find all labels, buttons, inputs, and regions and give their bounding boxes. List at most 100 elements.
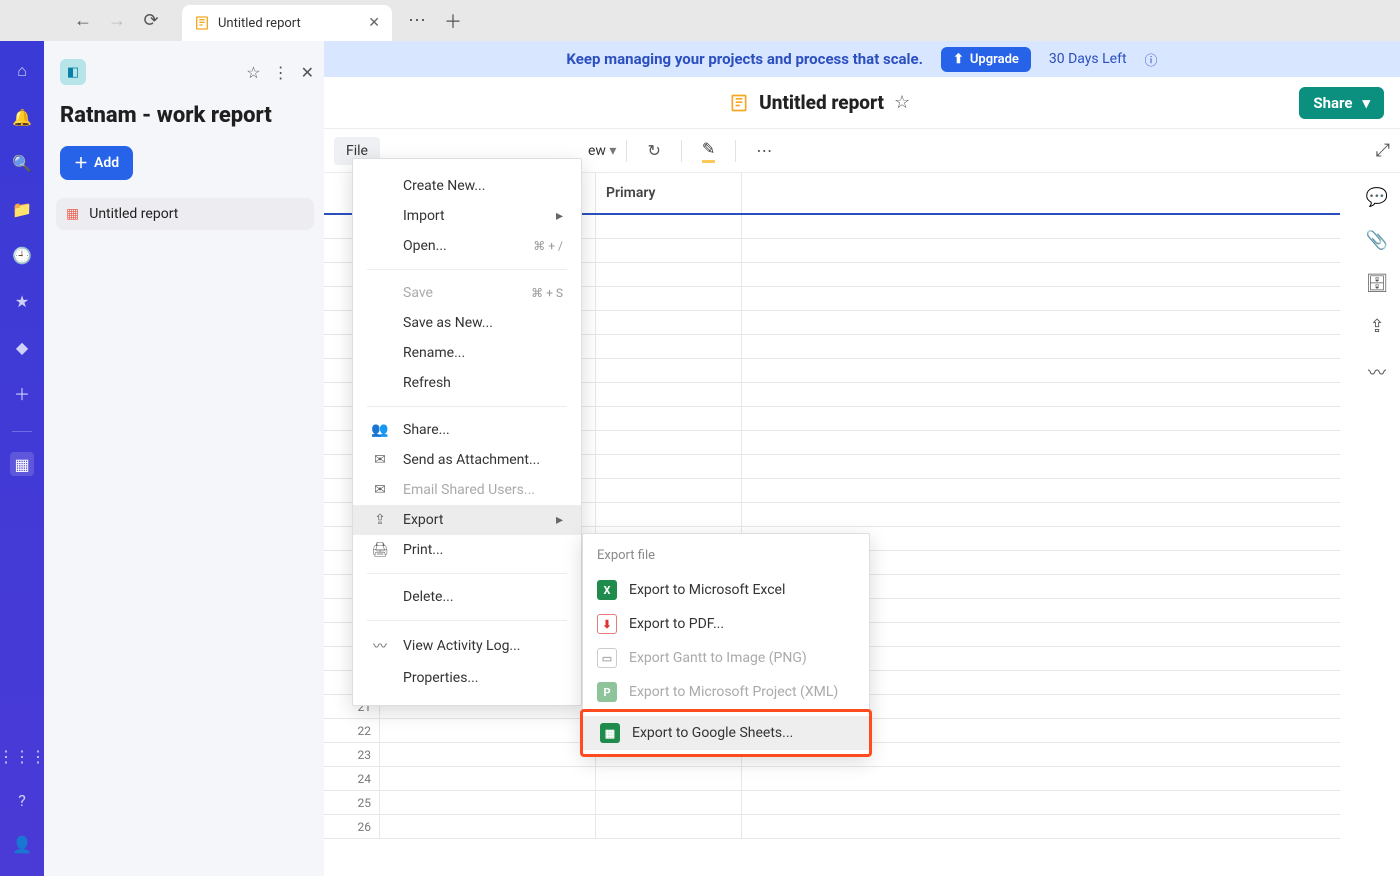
msproject-icon: P bbox=[597, 682, 617, 702]
diamond-icon[interactable]: ◆ bbox=[10, 335, 34, 359]
info-icon[interactable]: ⓘ bbox=[1145, 50, 1158, 69]
menu-print[interactable]: 🖨Print... bbox=[353, 535, 581, 565]
caret-down-icon: ▾ bbox=[1362, 94, 1370, 112]
expand-icon[interactable]: ⤢ bbox=[1376, 140, 1390, 161]
menu-rename[interactable]: Rename... bbox=[353, 338, 581, 368]
row-number: 26 bbox=[324, 815, 380, 838]
user-icon[interactable]: 👤 bbox=[10, 832, 34, 856]
app-badge-icon: ◧ bbox=[60, 59, 86, 85]
report-icon bbox=[729, 93, 749, 113]
add-button[interactable]: ＋ Add bbox=[60, 146, 133, 180]
document-title[interactable]: Untitled report bbox=[759, 91, 884, 114]
sidebar-item-report[interactable]: ▦ Untitled report bbox=[56, 198, 314, 230]
plus-icon: ＋ bbox=[74, 153, 88, 173]
nav-refresh-button[interactable]: ⟳ bbox=[138, 8, 164, 34]
export-excel[interactable]: XExport to Microsoft Excel bbox=[583, 573, 869, 607]
archive-icon[interactable]: 🗄 bbox=[1366, 273, 1389, 294]
highlight-icon[interactable]: ✎ bbox=[702, 139, 715, 163]
upgrade-arrow-icon: ⬆ bbox=[953, 52, 964, 67]
nav-forward-button[interactable]: → bbox=[104, 8, 130, 34]
menu-save: Save⌘ + S bbox=[353, 278, 581, 308]
export-gantt-image: ▭Export Gantt to Image (PNG) bbox=[583, 641, 869, 675]
activity-icon[interactable]: 〰 bbox=[1368, 359, 1386, 385]
menu-refresh[interactable]: Refresh bbox=[353, 368, 581, 398]
tab-overflow-button[interactable]: ⋯ bbox=[408, 10, 426, 31]
highlight-callout: ▦Export to Google Sheets... bbox=[580, 709, 872, 757]
sidebar: ◧ ☆ ⋮ ✕ Ratnam - work report ＋ Add ▦ Unti… bbox=[44, 41, 324, 876]
export-submenu: Export file XExport to Microsoft Excel ⬇… bbox=[582, 533, 870, 755]
table-row[interactable]: 25 bbox=[324, 791, 1340, 815]
upgrade-banner: Keep managing your projects and process … bbox=[324, 41, 1400, 77]
menu-properties[interactable]: Properties... bbox=[353, 663, 581, 693]
title-bar: Untitled report ☆ Share▾ bbox=[324, 77, 1400, 129]
star-icon[interactable]: ★ bbox=[10, 289, 34, 313]
folder-icon[interactable]: 📁 bbox=[10, 197, 34, 221]
excel-icon: X bbox=[597, 580, 617, 600]
submenu-header: Export file bbox=[583, 542, 869, 573]
view-dropdown[interactable]: ew ▾ bbox=[588, 143, 616, 159]
chevron-right-icon: ▸ bbox=[556, 208, 563, 224]
favorite-star-icon[interactable]: ☆ bbox=[894, 92, 910, 113]
google-sheets-icon: ▦ bbox=[600, 723, 620, 743]
search-icon[interactable]: 🔍 bbox=[10, 151, 34, 175]
activity-icon: 〰 bbox=[371, 636, 389, 656]
mail-icon: ✉ bbox=[371, 452, 389, 468]
app-icon[interactable]: ▦ bbox=[10, 452, 34, 476]
attachment-icon[interactable]: 📎 bbox=[1366, 230, 1388, 251]
apps-grid-icon[interactable]: ⋮⋮⋮ bbox=[10, 744, 34, 768]
trial-text: 30 Days Left bbox=[1049, 51, 1127, 67]
mail-icon: ✉ bbox=[371, 482, 389, 498]
comment-icon[interactable]: 💬 bbox=[1366, 187, 1388, 208]
table-row[interactable]: 24 bbox=[324, 767, 1340, 791]
sidebar-close-icon[interactable]: ✕ bbox=[301, 63, 314, 82]
export-icon: ⇪ bbox=[371, 512, 389, 528]
help-icon[interactable]: ? bbox=[10, 788, 34, 812]
home-icon[interactable]: ⌂ bbox=[10, 59, 34, 83]
document-up-icon[interactable]: ⇪ bbox=[1369, 316, 1384, 337]
people-icon: 👥 bbox=[371, 422, 389, 438]
browser-bar: ← → ⟳ Untitled report ✕ ⋯ ＋ bbox=[0, 0, 1400, 41]
share-button[interactable]: Share▾ bbox=[1299, 87, 1384, 119]
new-tab-button[interactable]: ＋ bbox=[444, 8, 462, 34]
row-number: 23 bbox=[324, 743, 380, 766]
caret-down-icon: ▾ bbox=[609, 143, 616, 159]
row-number: 25 bbox=[324, 791, 380, 814]
menu-activity-log[interactable]: 〰View Activity Log... bbox=[353, 629, 581, 663]
menu-delete[interactable]: Delete... bbox=[353, 582, 581, 612]
menu-import[interactable]: Import▸ bbox=[353, 201, 581, 231]
export-msproject: PExport to Microsoft Project (XML) bbox=[583, 675, 869, 709]
add-icon[interactable]: ＋ bbox=[10, 381, 34, 405]
menu-open[interactable]: Open...⌘ + / bbox=[353, 231, 581, 261]
upgrade-button[interactable]: ⬆Upgrade bbox=[941, 47, 1031, 72]
more-horizontal-icon[interactable]: ⋯ bbox=[756, 141, 772, 160]
sidebar-title: Ratnam - work report bbox=[60, 103, 314, 128]
tab-title: Untitled report bbox=[218, 16, 368, 31]
clock-icon[interactable]: 🕘 bbox=[10, 243, 34, 267]
banner-text: Keep managing your projects and process … bbox=[566, 50, 923, 68]
export-google-sheets[interactable]: ▦Export to Google Sheets... bbox=[583, 716, 869, 750]
file-menu: Create New... Import▸ Open...⌘ + / Save⌘… bbox=[352, 158, 582, 706]
bell-icon[interactable]: 🔔 bbox=[10, 105, 34, 129]
chevron-right-icon: ▸ bbox=[556, 512, 563, 528]
tab-close-button[interactable]: ✕ bbox=[368, 15, 380, 31]
image-icon: ▭ bbox=[597, 648, 617, 668]
sidebar-item-label: Untitled report bbox=[89, 206, 178, 222]
export-pdf[interactable]: ⬇Export to PDF... bbox=[583, 607, 869, 641]
menu-share[interactable]: 👥Share... bbox=[353, 415, 581, 445]
pdf-icon: ⬇ bbox=[597, 614, 617, 634]
favorite-star-icon[interactable]: ☆ bbox=[246, 63, 260, 82]
more-vertical-icon[interactable]: ⋮ bbox=[273, 63, 289, 82]
right-dock: 💬 📎 🗄 ⇪ 〰 bbox=[1354, 173, 1400, 385]
menu-create-new[interactable]: Create New... bbox=[353, 171, 581, 201]
nav-back-button[interactable]: ← bbox=[70, 8, 96, 34]
column-header[interactable]: Primary bbox=[596, 173, 742, 213]
row-number: 22 bbox=[324, 719, 380, 742]
browser-tab[interactable]: Untitled report ✕ bbox=[182, 5, 392, 41]
add-label: Add bbox=[94, 155, 119, 171]
menu-send-attachment[interactable]: ✉Send as Attachment... bbox=[353, 445, 581, 475]
redo-icon[interactable]: ↻ bbox=[647, 141, 660, 160]
table-row[interactable]: 26 bbox=[324, 815, 1340, 839]
row-number: 24 bbox=[324, 767, 380, 790]
menu-save-as[interactable]: Save as New... bbox=[353, 308, 581, 338]
menu-export[interactable]: ⇪Export▸ bbox=[353, 505, 581, 535]
